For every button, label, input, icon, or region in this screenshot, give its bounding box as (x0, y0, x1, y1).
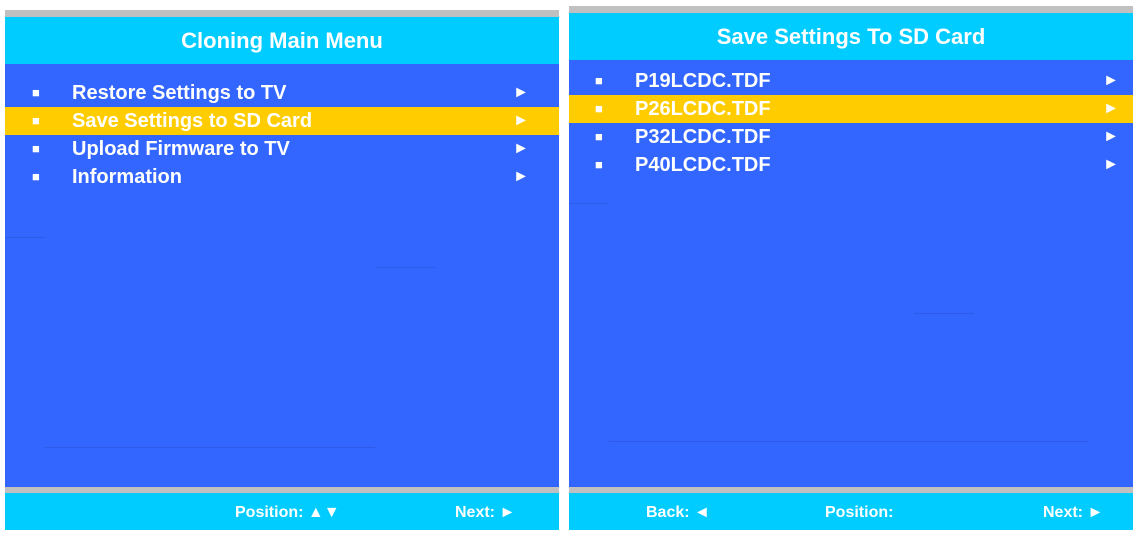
menu-item-label: Save Settings to SD Card (72, 110, 313, 132)
next-hint[interactable]: Next: ► (1043, 493, 1103, 530)
arrow-right-icon: ► (513, 84, 529, 101)
file-item-p26lcdc[interactable]: ■ P26LCDC.TDF ► (569, 95, 1133, 123)
arrow-right-icon: ► (513, 112, 529, 129)
bullet-icon: ■ (32, 113, 40, 128)
file-item-p32lcdc[interactable]: ■ P32LCDC.TDF ► (569, 123, 1133, 151)
scanline (45, 447, 375, 448)
file-item-label: P26LCDC.TDF (635, 98, 771, 120)
save-settings-panel: Save Settings To SD Card ■ P19LCDC.TDF ►… (569, 6, 1133, 530)
menu-item-save-settings[interactable]: ■ Save Settings to SD Card ► (5, 107, 559, 135)
file-item-label: P19LCDC.TDF (635, 70, 771, 92)
cloning-main-menu-panel: Cloning Main Menu ■ Restore Settings to … (5, 10, 559, 530)
menu-item-label: Restore Settings to TV (72, 82, 287, 104)
bullet-icon: ■ (595, 157, 603, 172)
bullet-icon: ■ (595, 129, 603, 144)
position-hint[interactable]: Position: ▲▼ (235, 493, 340, 530)
bullet-icon: ■ (595, 73, 603, 88)
menu-item-information[interactable]: ■ Information ► (5, 163, 559, 191)
footer-bar: Position: ▲▼ Next: ► (5, 493, 559, 530)
panel-title: Save Settings To SD Card (569, 13, 1133, 60)
menu-item-label: Upload Firmware to TV (72, 138, 290, 160)
menu-item-restore-settings[interactable]: ■ Restore Settings to TV ► (5, 79, 559, 107)
bullet-icon: ■ (32, 169, 40, 184)
file-item-label: P32LCDC.TDF (635, 126, 771, 148)
scanline (914, 313, 974, 314)
back-hint[interactable]: Back: ◄ (646, 493, 710, 530)
arrow-right-icon: ► (513, 168, 529, 185)
arrow-right-icon: ► (1103, 100, 1119, 117)
menu-item-label: Information (72, 166, 182, 188)
file-item-p19lcdc[interactable]: ■ P19LCDC.TDF ► (569, 67, 1133, 95)
scanline (5, 237, 45, 238)
scanline (569, 203, 609, 204)
menu-list: ■ Restore Settings to TV ► ■ Save Settin… (5, 79, 559, 191)
file-item-p40lcdc[interactable]: ■ P40LCDC.TDF ► (569, 151, 1133, 176)
arrow-right-icon: ► (1103, 128, 1119, 145)
next-hint[interactable]: Next: ► (455, 493, 515, 530)
scanline (609, 441, 1089, 442)
file-item-label: P40LCDC.TDF (635, 154, 771, 176)
bullet-icon: ■ (32, 85, 40, 100)
arrow-right-icon: ► (513, 140, 529, 157)
file-list: ■ P19LCDC.TDF ► ■ P26LCDC.TDF ► ■ P32LCD… (569, 67, 1133, 176)
footer-bar: Back: ◄ Position: Next: ► (569, 493, 1133, 530)
scanline (375, 267, 435, 268)
menu-item-upload-firmware[interactable]: ■ Upload Firmware to TV ► (5, 135, 559, 163)
bullet-icon: ■ (32, 141, 40, 156)
bullet-icon: ■ (595, 101, 603, 116)
position-hint[interactable]: Position: (825, 493, 893, 530)
arrow-right-icon: ► (1103, 156, 1119, 173)
arrow-right-icon: ► (1103, 72, 1119, 89)
panel-title: Cloning Main Menu (5, 17, 559, 64)
